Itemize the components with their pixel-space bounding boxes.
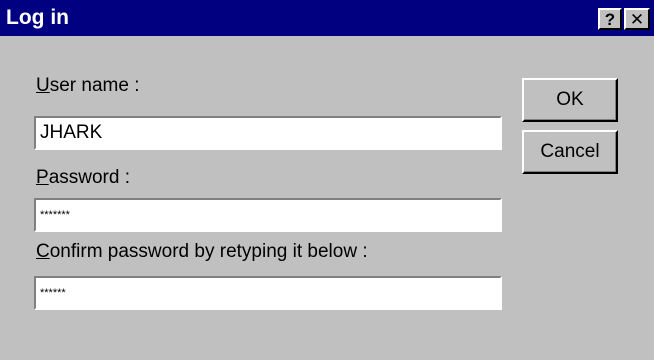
title-bar[interactable]: Log in ? ✕ xyxy=(0,0,654,36)
window-title: Log in xyxy=(6,6,69,29)
username-label: User name : xyxy=(36,74,140,98)
close-button[interactable]: ✕ xyxy=(624,8,650,30)
password-label-mnemonic: P xyxy=(36,167,49,188)
login-dialog: Log in ? ✕ User name : Password : Confir… xyxy=(0,0,654,360)
help-button[interactable]: ? xyxy=(598,8,622,30)
cancel-button[interactable]: Cancel xyxy=(522,130,618,174)
help-icon: ? xyxy=(604,9,616,29)
username-label-mnemonic: U xyxy=(36,75,50,96)
password-label-text: assword : xyxy=(48,167,130,188)
confirm-password-input[interactable] xyxy=(34,276,502,310)
close-icon: ✕ xyxy=(629,9,645,29)
password-input[interactable] xyxy=(34,198,502,232)
ok-button[interactable]: OK xyxy=(522,78,618,122)
password-label: Password : xyxy=(36,166,130,190)
username-input[interactable] xyxy=(34,116,502,150)
confirm-password-label-mnemonic: C xyxy=(36,241,50,262)
username-label-text: ser name : xyxy=(49,75,140,96)
confirm-password-label: Confirm password by retyping it below : xyxy=(36,240,368,264)
confirm-password-label-text: onfirm password by retyping it below : xyxy=(49,241,368,262)
